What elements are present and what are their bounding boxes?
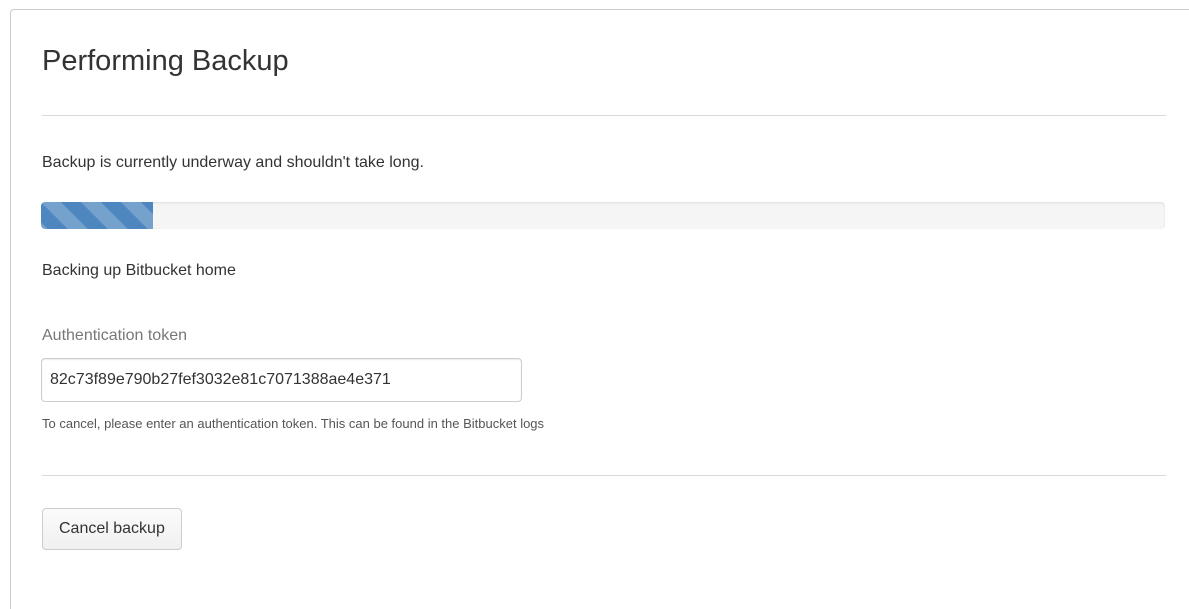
auth-token-help: To cancel, please enter an authenticatio… [42,416,545,431]
cancel-backup-button[interactable]: Cancel backup [42,508,182,550]
actions-divider [42,475,1166,476]
status-message: Backup is currently underway and shouldn… [42,154,424,171]
backup-panel [10,9,1189,609]
progress-fill [41,202,154,229]
current-step-text: Backing up Bitbucket home [42,262,236,279]
page-title: Performing Backup [42,45,289,77]
auth-token-input[interactable] [41,358,522,402]
auth-token-label: Authentication token [42,327,187,344]
title-divider [42,115,1166,116]
backup-progress-bar [41,202,1165,229]
